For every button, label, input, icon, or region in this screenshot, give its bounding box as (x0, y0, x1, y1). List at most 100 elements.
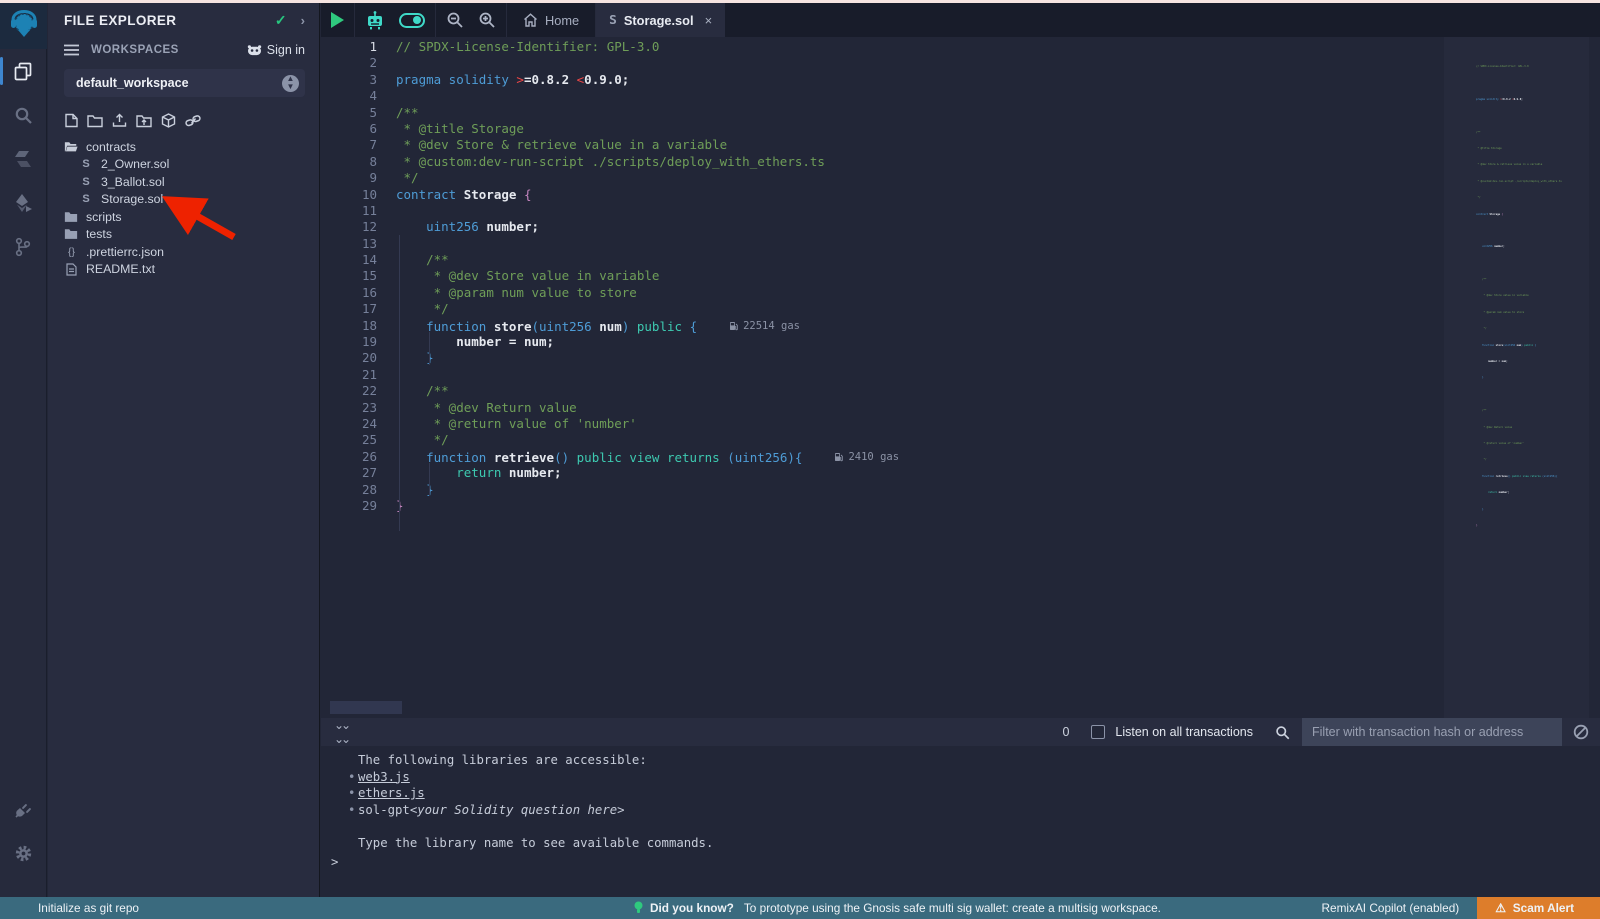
tree-item--prettierrc-json[interactable]: { }.prettierrc.json (48, 243, 319, 261)
code-line-12[interactable]: uint256 number; (1476, 245, 1562, 261)
chevron-right-icon[interactable]: › (301, 13, 305, 28)
code-line-3[interactable]: pragma solidity >=0.8.2 <0.9.0; (1476, 98, 1562, 114)
code-line-20[interactable]: } (1476, 376, 1562, 392)
code-line-13[interactable]: 13 (321, 236, 899, 252)
code-line-10[interactable]: contract Storage { (1476, 213, 1562, 229)
code-line-21[interactable] (1476, 393, 1562, 409)
code-line-9[interactable]: */ (1476, 196, 1562, 212)
code-line-7[interactable]: 7 * @dev Store & retrieve value in a var… (321, 137, 899, 153)
scam-alert-button[interactable]: ⚠ Scam Alert (1477, 897, 1600, 919)
code-line-5[interactable]: 5/** (321, 105, 899, 121)
code-line-27[interactable]: 27 return number; (321, 465, 899, 481)
code-line-14[interactable]: /** (1476, 278, 1562, 294)
code-line-10[interactable]: 10contract Storage { (321, 187, 899, 203)
zoom-in-icon[interactable] (478, 11, 496, 29)
tree-item-readme-txt[interactable]: README.txt (48, 261, 319, 279)
code-line-11[interactable]: 11 (321, 203, 899, 219)
upload-folder-icon[interactable] (136, 114, 152, 128)
code-lines[interactable]: 1// SPDX-License-Identifier: GPL-3.023pr… (321, 39, 899, 514)
code-line-24[interactable]: * @return value of 'number' (1476, 442, 1562, 458)
terminal-link-web3-js[interactable]: web3.js (358, 769, 410, 786)
code-editor[interactable]: 1// SPDX-License-Identifier: GPL-3.023pr… (321, 37, 1600, 718)
sidebar-item-git[interactable] (0, 225, 47, 269)
code-line-22[interactable]: /** (1476, 409, 1562, 425)
sign-in-button[interactable]: Sign in (247, 43, 305, 57)
upload-file-icon[interactable] (112, 113, 127, 128)
terminal-output[interactable]: The following libraries are accessible:•… (321, 746, 1600, 897)
code-line-2[interactable]: 2 (321, 55, 899, 71)
sidebar-item-plugin-manager[interactable] (0, 787, 47, 831)
copilot-status[interactable]: RemixAI Copilot (enabled) (1322, 901, 1460, 915)
code-line-23[interactable]: 23 * @dev Return value (321, 400, 899, 416)
sidebar-item-search[interactable] (0, 93, 47, 137)
code-line-6[interactable]: 6 * @title Storage (321, 121, 899, 137)
code-line-17[interactable]: 17 */ (321, 301, 899, 317)
code-line-19[interactable]: number = num; (1476, 360, 1562, 376)
code-line-21[interactable]: 21 (321, 367, 899, 383)
hamburger-menu-icon[interactable] (64, 44, 79, 56)
copilot-toggle[interactable] (399, 13, 425, 28)
code-line-1[interactable]: 1// SPDX-License-Identifier: GPL-3.0 (321, 39, 899, 55)
box-icon[interactable] (161, 113, 176, 128)
tree-item-3-ballot-sol[interactable]: S3_Ballot.sol (48, 173, 319, 191)
code-line-25[interactable]: 25 */ (321, 432, 899, 448)
ai-copilot-icon[interactable] (365, 11, 385, 30)
code-line-28[interactable]: } (1476, 508, 1562, 524)
sidebar-item-settings[interactable] (0, 831, 47, 875)
sidebar-item-deploy-and-run[interactable] (0, 181, 47, 225)
terminal-prompt[interactable]: > (331, 855, 338, 869)
tree-item-2-owner-sol[interactable]: S2_Owner.sol (48, 156, 319, 174)
code-line-26[interactable]: 26 function retrieve() public view retur… (321, 449, 899, 465)
code-line-6[interactable]: * @title Storage (1476, 147, 1562, 163)
code-line-9[interactable]: 9 */ (321, 170, 899, 186)
transaction-filter-input[interactable] (1302, 718, 1562, 746)
code-line-25[interactable]: */ (1476, 458, 1562, 474)
listen-transactions-checkbox[interactable] (1091, 725, 1105, 739)
code-line-24[interactable]: 24 * @return value of 'number' (321, 416, 899, 432)
code-line-1[interactable]: // SPDX-License-Identifier: GPL-3.0 (1476, 65, 1562, 81)
collapse-terminal-icon[interactable]: ⌄⌄⌄⌄ (334, 718, 348, 746)
code-line-13[interactable] (1476, 262, 1562, 278)
code-line-15[interactable]: * @dev Store value in variable (1476, 294, 1562, 310)
code-line-29[interactable]: } (1476, 524, 1562, 540)
code-line-26[interactable]: function retrieve() public view returns … (1476, 475, 1562, 491)
code-line-17[interactable]: */ (1476, 327, 1562, 343)
zoom-out-icon[interactable] (446, 11, 464, 29)
close-tab-icon[interactable]: × (705, 13, 713, 28)
code-line-3[interactable]: 3pragma solidity >=0.8.2 <0.9.0; (321, 72, 899, 88)
code-line-22[interactable]: 22 /** (321, 383, 899, 399)
code-line-29[interactable]: 29} (321, 498, 899, 514)
code-line-28[interactable]: 28 } (321, 482, 899, 498)
code-line-4[interactable]: 4 (321, 88, 899, 104)
sidebar-item-solidity-compiler[interactable] (0, 137, 47, 181)
tab-storage-sol[interactable]: S Storage.sol × (596, 3, 725, 37)
link-icon[interactable] (185, 114, 201, 128)
code-line-7[interactable]: * @dev Store & retrieve value in a varia… (1476, 163, 1562, 179)
init-git-repo-button[interactable]: Initialize as git repo (38, 901, 139, 915)
code-line-15[interactable]: 15 * @dev Store value in variable (321, 268, 899, 284)
code-line-16[interactable]: * @param num value to store (1476, 311, 1562, 327)
code-line-23[interactable]: * @dev Return value (1476, 426, 1562, 442)
code-line-27[interactable]: return number; (1476, 491, 1562, 507)
tree-item-scripts[interactable]: scripts (48, 208, 319, 226)
code-line-19[interactable]: 19 number = num; (321, 334, 899, 350)
tree-item-storage-sol[interactable]: SStorage.sol (48, 191, 319, 209)
code-line-14[interactable]: 14 /** (321, 252, 899, 268)
tree-item-contracts[interactable]: contracts (48, 138, 319, 156)
code-line-12[interactable]: 12 uint256 number; (321, 219, 899, 235)
terminal-link-ethers-js[interactable]: ethers.js (358, 785, 425, 802)
code-line-5[interactable]: /** (1476, 131, 1562, 147)
new-folder-icon[interactable] (87, 114, 103, 128)
code-line-2[interactable] (1476, 81, 1562, 97)
tab-home[interactable]: Home (507, 3, 596, 37)
code-line-18[interactable]: function store(uint256 num) public { (1476, 344, 1562, 360)
code-line-8[interactable]: * @custom:dev-run-script ./scripts/deplo… (1476, 180, 1562, 196)
minimap[interactable]: // SPDX-License-Identifier: GPL-3.0 pragm… (1444, 37, 1589, 718)
code-line-16[interactable]: 16 * @param num value to store (321, 285, 899, 301)
code-line-4[interactable] (1476, 114, 1562, 130)
tree-item-tests[interactable]: tests (48, 226, 319, 244)
new-file-icon[interactable] (65, 113, 78, 128)
code-line-11[interactable] (1476, 229, 1562, 245)
code-line-18[interactable]: 18 function store(uint256 num) public {2… (321, 318, 899, 334)
workspace-select[interactable]: default_workspace ▲▼ (64, 69, 305, 97)
